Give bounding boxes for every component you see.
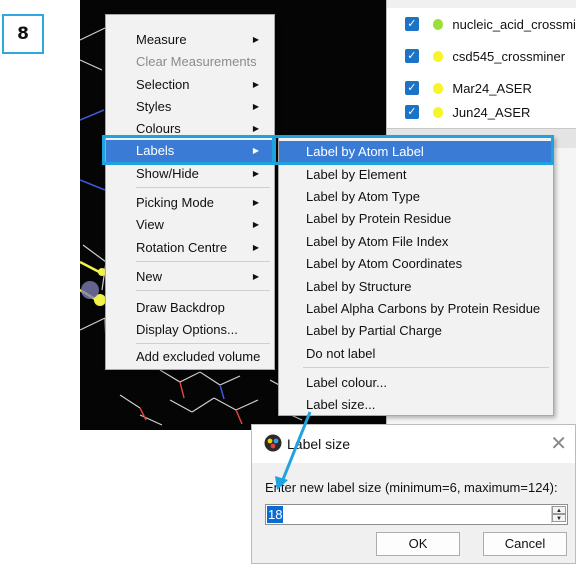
menu-item-label-by-partial-charge[interactable]: Label by Partial Charge [279, 320, 553, 342]
spin-up-icon[interactable]: ▲ [552, 506, 566, 514]
menu-item-draw-backdrop[interactable]: Draw Backdrop [106, 297, 274, 319]
menu-item-selection[interactable]: Selection ▶ [106, 74, 274, 96]
highlight-label-by-atom-label [272, 135, 554, 165]
structure-color-dot [432, 106, 444, 118]
menu-item-label-alpha-carbons[interactable]: Label Alpha Carbons by Protein Residue [279, 298, 553, 320]
menu-item-label-by-structure[interactable]: Label by Structure [279, 276, 553, 298]
structure-checkbox[interactable]: ✓ [405, 49, 419, 63]
menu-item-rotation-centre[interactable]: Rotation Centre ▶ [106, 237, 274, 259]
dialog-prompt: Enter new label size (minimum=6, maximum… [265, 480, 558, 495]
label-size-value[interactable]: 18 [267, 506, 284, 523]
menu-item-label-by-protein-residue[interactable]: Label by Protein Residue [279, 208, 553, 230]
structure-checkbox[interactable]: ✓ [405, 105, 419, 119]
menu-item-view[interactable]: View ▶ [106, 214, 274, 236]
submenu-arrow-icon: ▶ [252, 220, 259, 229]
labels-submenu: Label by Atom Label Label by Element Lab… [278, 136, 554, 416]
structure-label: Jun24_ASER [452, 104, 531, 120]
submenu-arrow-icon: ▶ [252, 35, 259, 44]
menu-separator [136, 261, 270, 262]
menu-item-label-by-atom-type[interactable]: Label by Atom Type [279, 186, 553, 208]
menu-separator [136, 187, 270, 188]
structure-label: csd545_crossminer [452, 48, 566, 64]
step-badge: 8 [2, 14, 44, 54]
menu-separator [303, 367, 549, 368]
spin-buttons: ▲ ▼ [551, 506, 566, 523]
structure-row[interactable]: ✓ Jun24_ASER [387, 96, 576, 128]
submenu-arrow-icon: ▶ [252, 169, 259, 178]
label-size-spinbox[interactable]: 18 ▲ ▼ [265, 504, 568, 525]
structure-row[interactable]: ✓ nucleic_acid_crossmi [387, 8, 576, 40]
structure-label: Mar24_ASER [452, 80, 532, 96]
spin-down-icon[interactable]: ▼ [552, 514, 566, 522]
menu-separator [136, 343, 270, 344]
step-number: 8 [17, 24, 29, 44]
menu-item-add-excluded-volume[interactable]: Add excluded volume [106, 346, 274, 368]
structure-row[interactable]: ✓ csd545_crossminer [387, 40, 576, 72]
close-icon[interactable]: ✕ [550, 431, 567, 455]
structure-label: nucleic_acid_crossmi [452, 16, 576, 32]
ok-button[interactable]: OK [376, 532, 460, 556]
dialog-titlebar[interactable]: Label size ✕ [252, 425, 575, 463]
menu-separator [136, 290, 270, 291]
menu-item-picking-mode[interactable]: Picking Mode ▶ [106, 192, 274, 214]
menu-item-styles[interactable]: Styles ▶ [106, 96, 274, 118]
app-logo-icon [264, 434, 282, 452]
menu-item-measure[interactable]: Measure ▶ [106, 29, 274, 51]
menu-item-label-size[interactable]: Label size... [279, 394, 553, 416]
structure-color-dot [432, 50, 444, 62]
context-menu: Measure ▶ Clear Measurements Selection ▶ S… [105, 14, 275, 370]
label-size-dialog: Label size ✕ Enter new label size (minim… [251, 424, 576, 564]
menu-item-display-options[interactable]: Display Options... [106, 319, 274, 341]
highlight-labels [102, 135, 276, 165]
structure-checkbox[interactable]: ✓ [405, 17, 419, 31]
cancel-button[interactable]: Cancel [483, 532, 567, 556]
menu-item-new[interactable]: New ▶ [106, 266, 274, 288]
menu-item-show-hide[interactable]: Show/Hide ▶ [106, 163, 274, 185]
menu-item-label-colour[interactable]: Label colour... [279, 372, 553, 394]
submenu-arrow-icon: ▶ [252, 198, 259, 207]
submenu-arrow-icon: ▶ [252, 272, 259, 281]
structure-color-dot [432, 18, 444, 30]
structure-checkbox[interactable]: ✓ [405, 81, 419, 95]
menu-item-label-by-atom-coordinates[interactable]: Label by Atom Coordinates [279, 253, 553, 275]
menu-item-do-not-label[interactable]: Do not label [279, 343, 553, 365]
dialog-title: Label size [287, 436, 351, 452]
menu-item-label-by-atom-file-index[interactable]: Label by Atom File Index [279, 231, 553, 253]
submenu-arrow-icon: ▶ [252, 102, 259, 111]
submenu-arrow-icon: ▶ [252, 80, 259, 89]
structure-color-dot [432, 82, 444, 94]
submenu-arrow-icon: ▶ [252, 243, 259, 252]
menu-item-label-by-element[interactable]: Label by Element [279, 164, 553, 186]
menu-item-clear-measurements: Clear Measurements [136, 54, 257, 69]
